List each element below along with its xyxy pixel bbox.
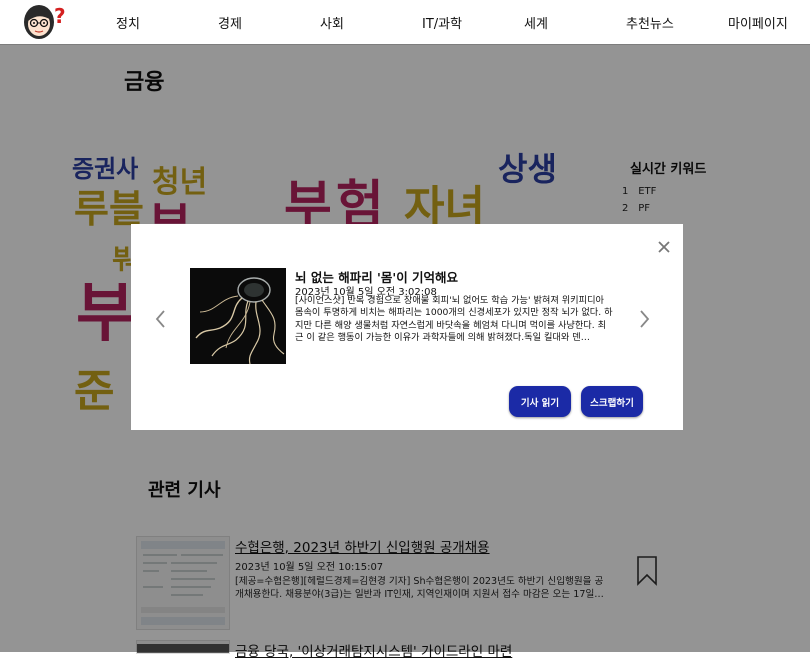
close-icon[interactable] <box>655 238 673 256</box>
chevron-left-icon[interactable] <box>153 308 169 330</box>
nav-item-world[interactable]: 세계 <box>524 13 548 32</box>
nav-item-recommended[interactable]: 추천뉴스 <box>626 13 674 32</box>
read-article-button[interactable]: 기사 읽기 <box>509 386 571 417</box>
article-preview-modal: 뇌 없는 해파리 '몸'이 기억해요 2023년 10월 5일 오전 3:02:… <box>131 224 683 430</box>
nav-item-politics[interactable]: 정치 <box>116 13 140 32</box>
logo-question-mark: ? <box>54 4 66 28</box>
chevron-right-icon[interactable] <box>636 308 652 330</box>
nav-item-it-science[interactable]: IT/과학 <box>422 13 462 32</box>
jellyfish-image <box>190 268 286 364</box>
nav-item-my-page[interactable]: 마이페이지 <box>728 13 788 32</box>
modal-article-text: [사이언스샷] 반복 경험으로 장애물 회피'뇌 없어도 학습 가능' 밝혀져 … <box>295 295 613 343</box>
article-image <box>190 268 286 364</box>
nav-item-society[interactable]: 사회 <box>320 13 344 32</box>
nav-item-economy[interactable]: 경제 <box>218 13 242 32</box>
scrap-button[interactable]: 스크랩하기 <box>581 386 643 417</box>
logo[interactable]: ? <box>22 2 70 40</box>
top-navigation: ? 정치 경제 사회 IT/과학 세계 추천뉴스 마이페이지 <box>0 0 810 45</box>
